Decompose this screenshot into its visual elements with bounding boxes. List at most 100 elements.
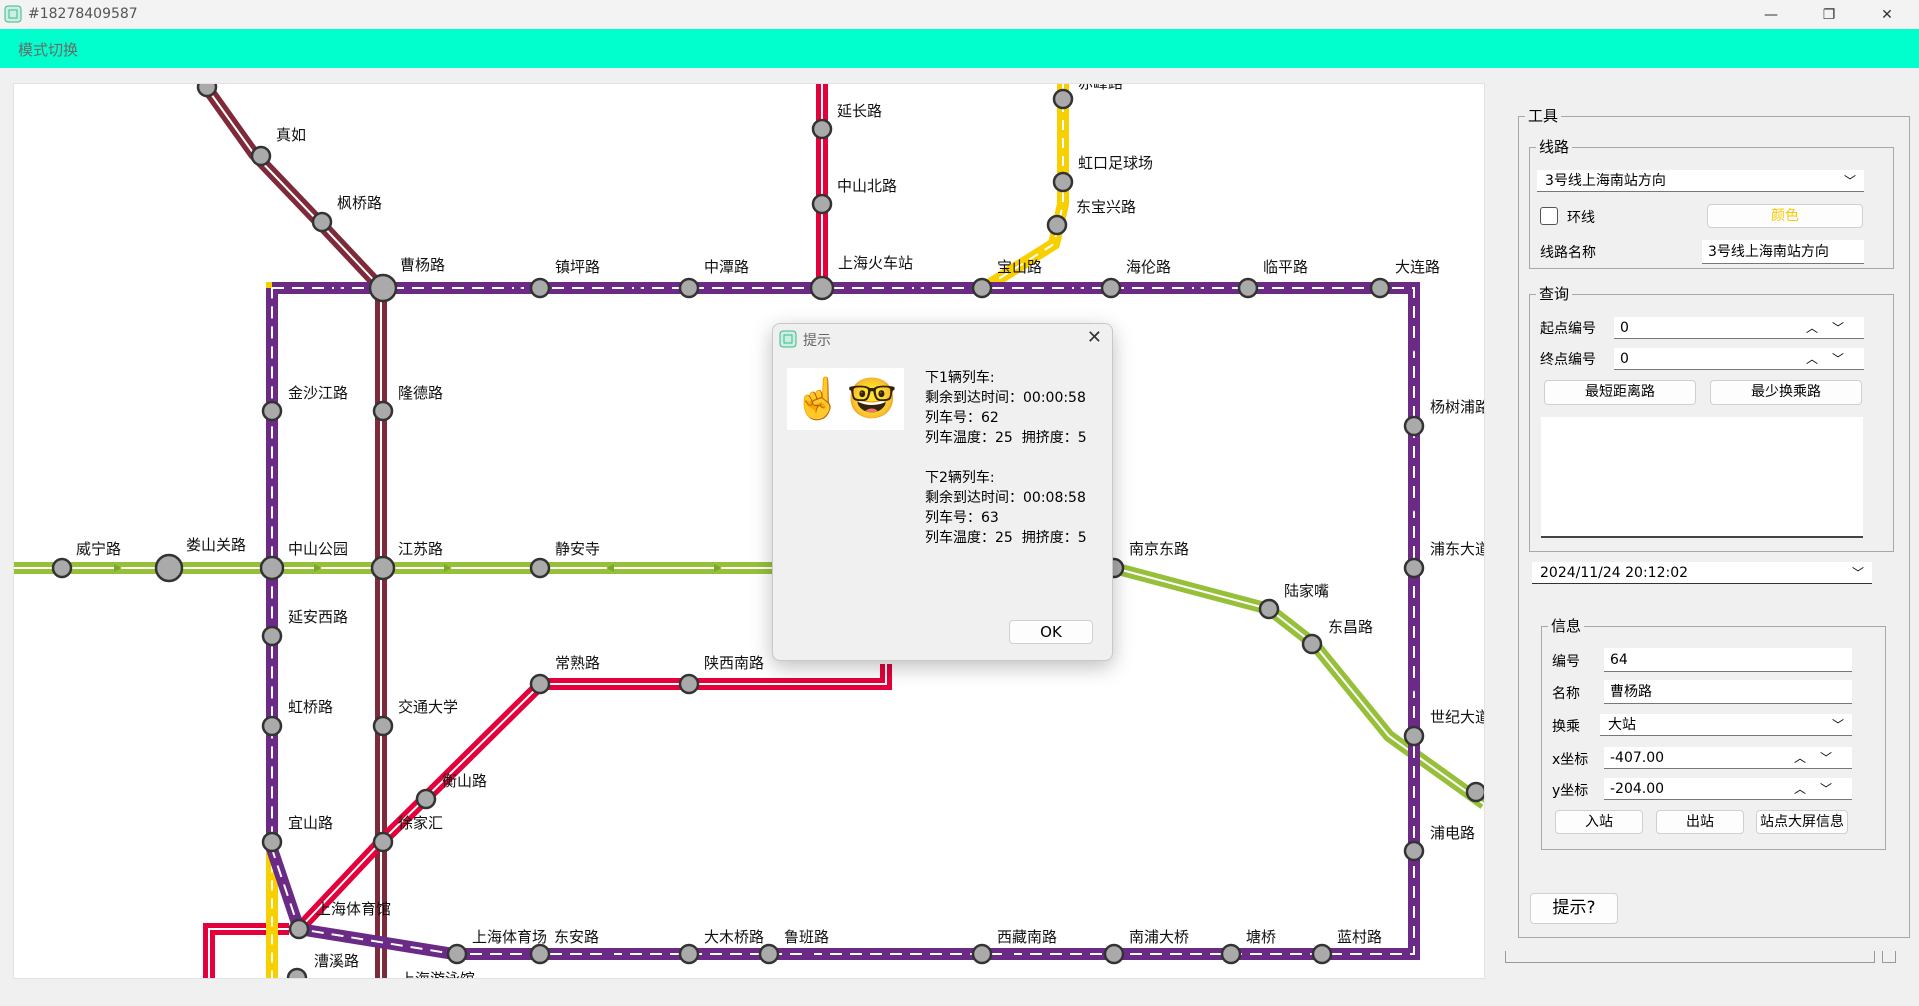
station-label: 虹桥路: [288, 698, 333, 716]
transfer-select[interactable]: 大站 ﹀: [1600, 714, 1852, 736]
dialog-message: 下1辆列车: 剩余到达时间：00:00:58 列车号：62 列车温度：25 拥挤…: [925, 370, 1087, 546]
station-label: 中山北路: [837, 177, 897, 195]
datetime-picker[interactable]: 2024/11/24 20:12:02 ﹀: [1532, 562, 1872, 584]
station-label: 宝山路: [997, 258, 1042, 276]
name-label: 名称: [1552, 686, 1580, 702]
id-label: 编号: [1552, 654, 1580, 670]
id-input[interactable]: 64: [1604, 648, 1852, 672]
start-value: 0: [1620, 320, 1629, 336]
query-legend: 查询: [1536, 286, 1573, 302]
close-icon[interactable]: ✕: [1087, 327, 1102, 348]
station-label: 南浦大桥: [1129, 928, 1189, 946]
spin-arrows-icon[interactable]: ︿﹀: [1794, 747, 1846, 769]
y-stepper[interactable]: -204.00 ︿﹀: [1604, 778, 1852, 800]
spin-arrows-icon[interactable]: ︿﹀: [1806, 348, 1858, 370]
shortest-path-button[interactable]: 最短距离路: [1544, 380, 1696, 405]
route-select[interactable]: 3号线上海南站方向 ﹀: [1537, 170, 1864, 192]
metro-map[interactable]: 真如 枫桥路 曹杨路 镇坪路 中潭路 上海火车站 宝山路 海伦路 临平路 大连路…: [13, 83, 1485, 979]
station-label: 鲁班路: [784, 928, 829, 946]
line11-track: [199, 84, 387, 978]
map-canvas: 真如 枫桥路 曹杨路 镇坪路 中潭路 上海火车站 宝山路 海伦路 临平路 大连路…: [14, 84, 1484, 978]
station-label: 静安寺: [555, 540, 600, 558]
end-value: 0: [1620, 351, 1629, 367]
hint-button[interactable]: 提示?: [1530, 893, 1618, 924]
result-textarea[interactable]: [1541, 417, 1863, 538]
start-stepper[interactable]: 0 ︿﹀: [1614, 317, 1864, 339]
transfer-value: 大站: [1608, 717, 1636, 733]
station-label: 延长路: [837, 102, 882, 120]
station-label: 交通大学: [398, 698, 458, 716]
station-label: 世纪大道: [1430, 708, 1484, 726]
station-label: 娄山关路: [186, 536, 246, 554]
close-button[interactable]: ✕: [1864, 0, 1910, 29]
restore-button[interactable]: ❐: [1806, 0, 1852, 29]
station-label: 曹杨路: [400, 256, 445, 274]
station-label: 漕溪路: [314, 952, 359, 970]
y-value: -204.00: [1610, 781, 1665, 797]
station-label: 镇坪路: [555, 258, 600, 276]
ok-button[interactable]: OK: [1009, 620, 1093, 644]
station-label: 陕西南路: [704, 654, 764, 672]
station-label: 西藏南路: [997, 928, 1057, 946]
station-label: 浦东大道: [1430, 540, 1484, 558]
route-legend: 线路: [1536, 139, 1573, 155]
station-label: 大木桥路: [704, 928, 764, 946]
station-label: 杨树浦路: [1430, 398, 1484, 416]
menu-bar: 模式切换: [0, 29, 1919, 68]
station-label: 威宁路: [76, 540, 121, 558]
mode-switch-menu[interactable]: 模式切换: [18, 39, 78, 60]
least-transfer-button[interactable]: 最少换乘路: [1710, 380, 1862, 405]
x-value: -407.00: [1610, 750, 1665, 766]
station-label: 临平路: [1263, 258, 1308, 276]
station-label: 常熟路: [555, 654, 600, 672]
station-screen-button[interactable]: 站点大屏信息: [1756, 810, 1848, 834]
station-label: 东安路: [554, 928, 599, 946]
horizontal-scrollbar[interactable]: [1505, 951, 1875, 963]
spin-arrows-icon[interactable]: ︿﹀: [1806, 317, 1858, 339]
chevron-down-icon: ﹀: [1851, 566, 1864, 580]
station-label: 大连路: [1395, 258, 1440, 276]
route-name-input[interactable]: 3号线上海南站方向: [1702, 240, 1864, 264]
transfer-label: 换乘: [1552, 719, 1580, 735]
route-name-label: 线路名称: [1540, 245, 1596, 261]
station-label: 延安西路: [288, 608, 348, 626]
tools-legend: 工具: [1525, 108, 1562, 124]
loop-checkbox[interactable]: [1540, 207, 1558, 225]
exit-station-button[interactable]: 出站: [1656, 810, 1744, 834]
station-label: 隆德路: [398, 384, 443, 402]
station-label: 蓝村路: [1337, 928, 1382, 946]
end-stepper[interactable]: 0 ︿﹀: [1614, 348, 1864, 370]
station-label: 海伦路: [1126, 258, 1171, 276]
station-label: 东宝兴路: [1076, 198, 1136, 216]
station-label: 上海体育场: [472, 928, 547, 946]
route-select-value: 3号线上海南站方向: [1545, 173, 1666, 189]
hint-dialog: 提示 ✕ ☝️ 🤓 下1辆列车: 剩余到达时间：00:00:58 列车号：62 …: [772, 323, 1113, 661]
station-label: 陆家嘴: [1284, 582, 1329, 600]
station-label: 中山公园: [288, 540, 348, 558]
station-label: 枫桥路: [337, 194, 382, 212]
station-label: 上海火车站: [838, 254, 913, 272]
station-label: 宜山路: [288, 814, 333, 832]
station-label: 衡山路: [442, 772, 487, 790]
color-button[interactable]: 颜色: [1707, 204, 1863, 228]
station-label: 浦电路: [1430, 824, 1475, 842]
chevron-down-icon: ﹀: [1843, 174, 1856, 188]
minimize-button[interactable]: —: [1748, 0, 1794, 29]
x-stepper[interactable]: -407.00 ︿﹀: [1604, 747, 1852, 769]
end-label: 终点编号: [1540, 352, 1596, 368]
emoji-image: ☝️ 🤓: [787, 368, 904, 430]
spin-arrows-icon[interactable]: ︿﹀: [1794, 778, 1846, 800]
name-input[interactable]: 曹杨路: [1604, 680, 1852, 704]
station-label: 中潭路: [704, 258, 749, 276]
info-legend: 信息: [1548, 618, 1585, 634]
loop-label: 环线: [1567, 210, 1595, 226]
start-label: 起点编号: [1540, 321, 1596, 337]
station-label: 江苏路: [398, 540, 443, 558]
station-label: 金沙江路: [288, 384, 348, 402]
station-label: 上海游泳馆: [400, 970, 475, 978]
scroll-right-button[interactable]: [1882, 951, 1896, 963]
station-label: 真如: [276, 126, 306, 144]
app-icon: [779, 330, 797, 348]
pointing-up-emoji: ☝️: [793, 376, 843, 422]
enter-station-button[interactable]: 入站: [1555, 810, 1643, 834]
